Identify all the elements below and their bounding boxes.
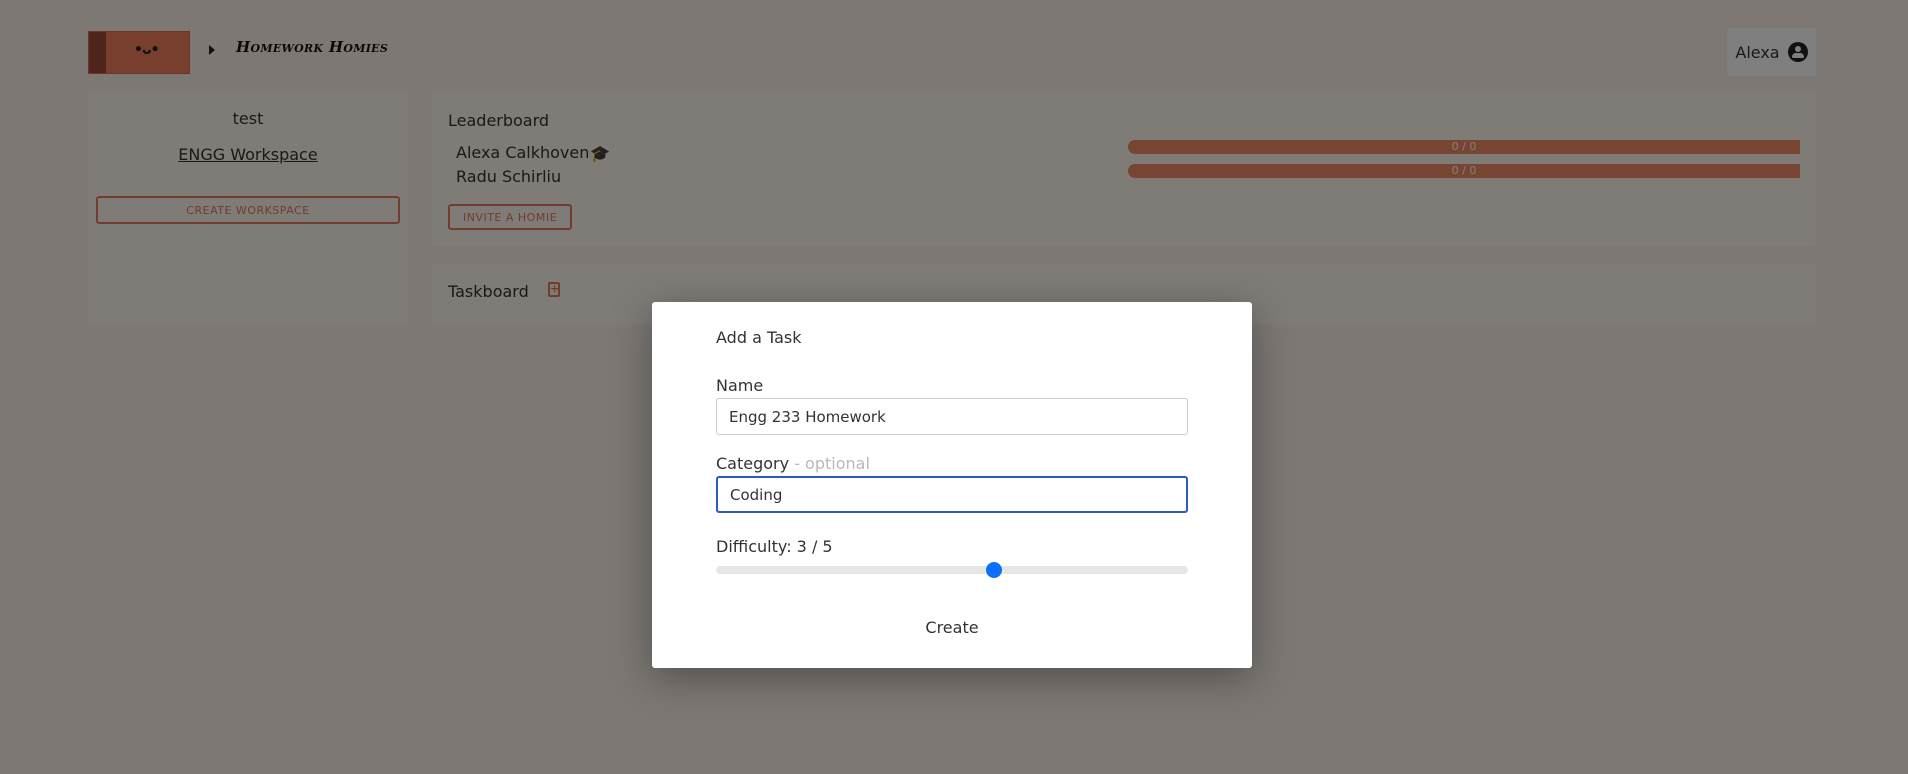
category-optional-hint: - optional [794,454,870,473]
name-label: Name [716,376,764,395]
category-label: Category - optional [716,454,870,473]
create-task-button[interactable]: Create [902,612,1002,642]
task-category-input[interactable] [716,476,1188,513]
category-label-text: Category [716,454,790,473]
task-name-input[interactable] [716,398,1188,435]
add-task-modal: Add a Task Name Category - optional Diff… [652,302,1252,668]
modal-title: Add a Task [716,328,802,347]
difficulty-label: Difficulty: 3 / 5 [716,537,833,556]
difficulty-slider-thumb[interactable] [986,562,1003,578]
difficulty-slider-track[interactable] [716,566,1188,574]
